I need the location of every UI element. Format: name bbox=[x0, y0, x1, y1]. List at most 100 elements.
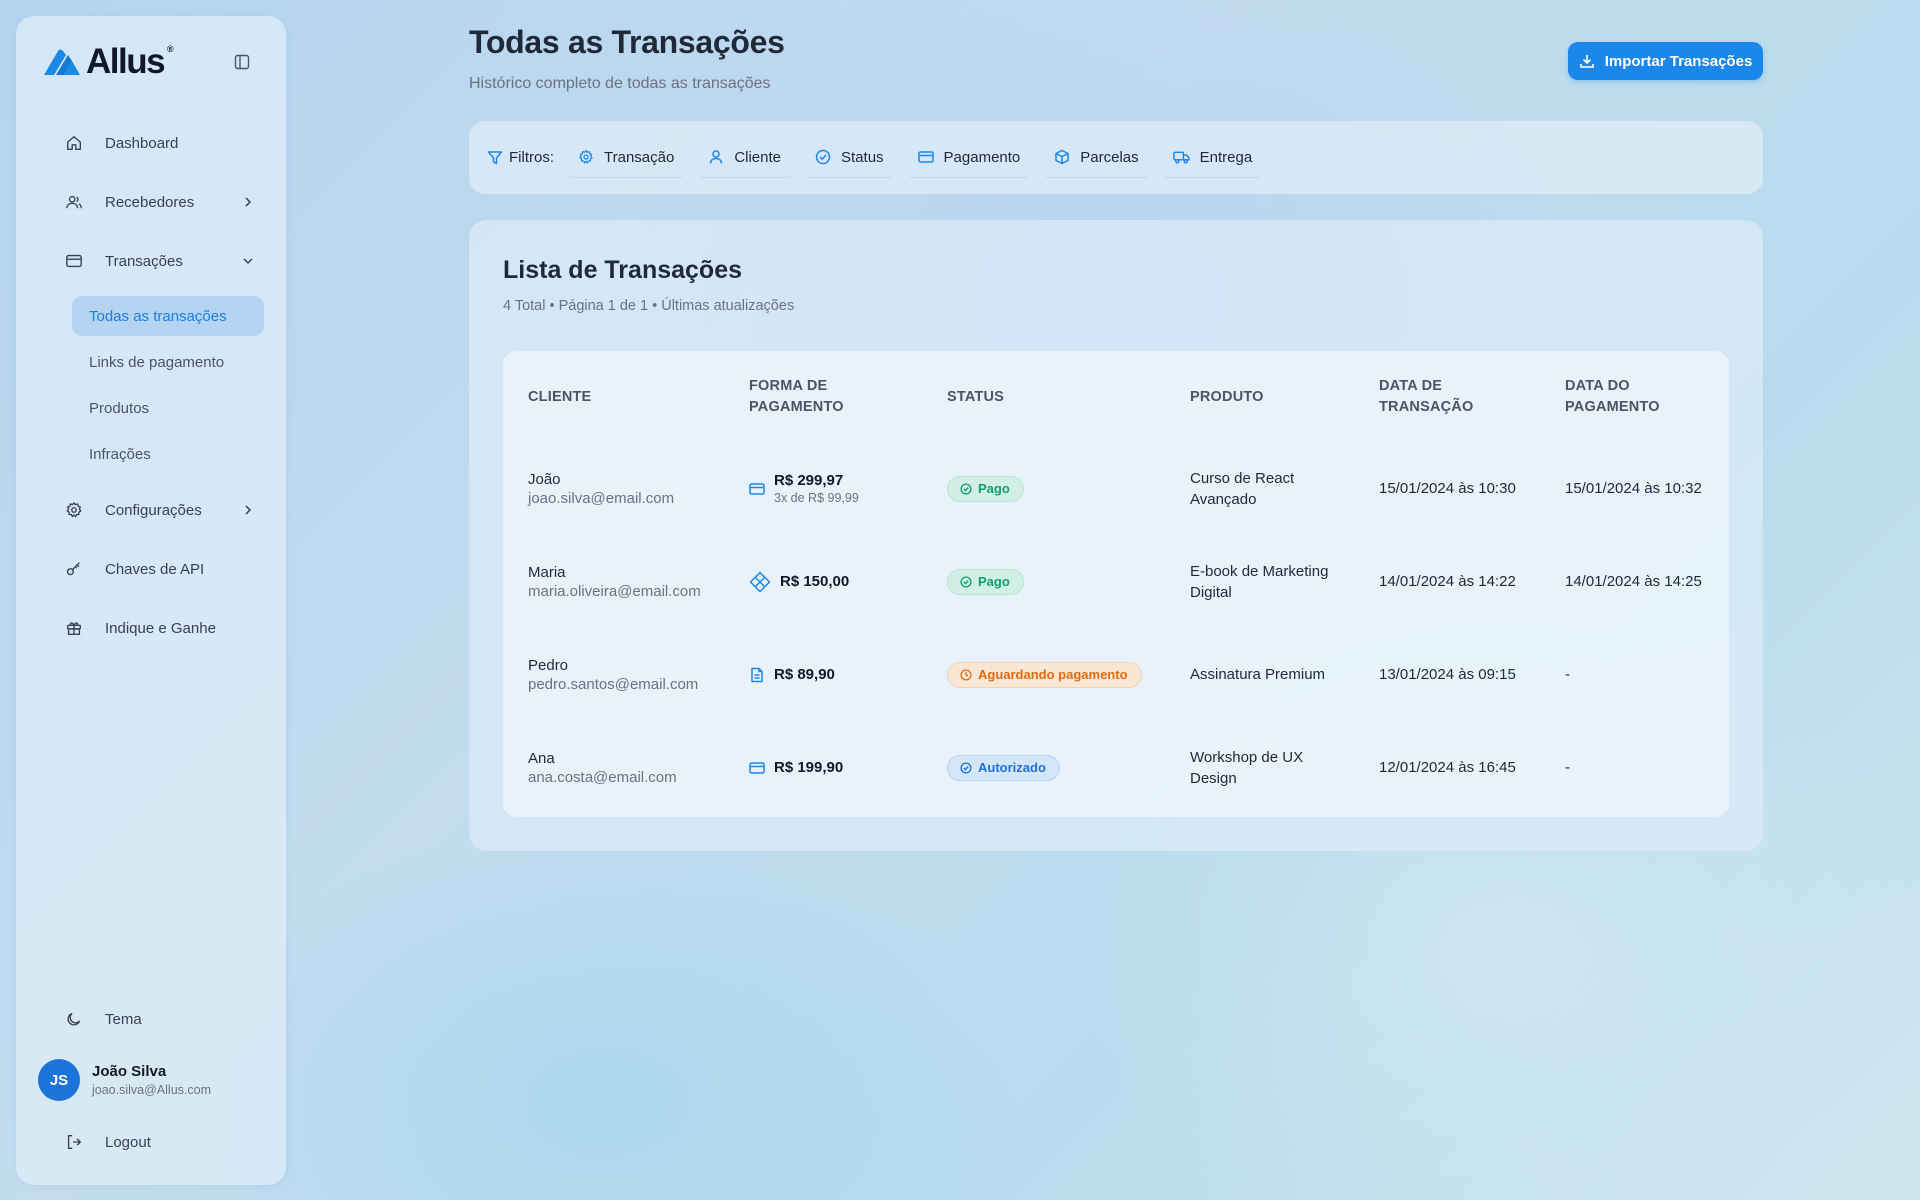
logout-button[interactable]: Logout bbox=[48, 1122, 266, 1162]
nav-transacoes[interactable]: Transações bbox=[48, 241, 266, 281]
cell-payment: R$ 299,97 3x de R$ 99,99 bbox=[749, 442, 859, 535]
boleto-document-icon bbox=[751, 667, 763, 682]
column-header-forma-pagamento[interactable]: FORMA DE PAGAMENTO bbox=[749, 376, 844, 418]
table-row[interactable]: João joao.silva@email.com R$ 299,97 3x de … bbox=[503, 442, 1729, 535]
cell-status: Pago bbox=[947, 535, 1024, 628]
brand-name: Allus ® bbox=[86, 42, 174, 81]
sidebar: Allus ® Dashboard Recebedores Transações … bbox=[16, 16, 286, 1185]
filter-transacao[interactable]: Transação bbox=[566, 138, 687, 178]
filter-entrega[interactable]: Entrega bbox=[1160, 138, 1265, 178]
home-icon bbox=[64, 133, 84, 153]
theme-label: Tema bbox=[105, 1010, 142, 1028]
cell-product: Curso de React Avançado bbox=[1190, 469, 1295, 508]
page-title: Todas as Transações bbox=[469, 24, 785, 60]
table-row[interactable]: Maria maria.oliveira@email.com R$ 150,00 … bbox=[503, 535, 1729, 628]
filter-icon bbox=[487, 150, 503, 164]
table-row[interactable]: Pedro pedro.santos@email.com R$ 89,90 Agu… bbox=[503, 628, 1729, 721]
cell-payment-date: 15/01/2024 às 10:32 bbox=[1565, 480, 1702, 497]
cell-client: Ana ana.costa@email.com bbox=[528, 749, 677, 786]
nav-label: Recebedores bbox=[105, 193, 195, 211]
nav-label: Configurações bbox=[105, 501, 202, 519]
cell-payment-date: - bbox=[1565, 666, 1570, 683]
column-header-data-pagamento[interactable]: DATA DO PAGAMENTO bbox=[1565, 376, 1660, 418]
user-icon bbox=[710, 150, 723, 164]
sidebar-collapse-button[interactable] bbox=[230, 50, 254, 74]
clock-icon bbox=[960, 668, 972, 681]
page-subtitle: Histórico completo de todas as transaçõe… bbox=[469, 75, 771, 92]
theme-toggle[interactable]: Tema bbox=[48, 999, 266, 1039]
filter-pagamento[interactable]: Pagamento bbox=[905, 138, 1033, 178]
nav-label: Transações bbox=[105, 252, 183, 270]
pix-icon bbox=[749, 571, 771, 592]
nav-label: Dashboard bbox=[105, 134, 179, 152]
status-badge: Aguardando pagamento bbox=[947, 661, 1142, 688]
import-button-label: Importar Transações bbox=[1604, 52, 1753, 70]
list-title: Lista de Transações bbox=[503, 256, 743, 284]
user-profile[interactable]: JS João Silva joao.silva@Allus.com bbox=[38, 1059, 211, 1101]
moon-icon bbox=[64, 1009, 84, 1029]
list-meta: 4 Total • Página 1 de 1 • Últimas atuali… bbox=[503, 298, 795, 314]
credit-card-icon bbox=[749, 482, 765, 495]
download-icon bbox=[1579, 55, 1594, 68]
filters-bar: Filtros: Transação Cliente Status Pagame… bbox=[469, 121, 1763, 194]
column-header-produto[interactable]: PRODUTO bbox=[1190, 387, 1264, 408]
filter-cliente[interactable]: Cliente bbox=[696, 138, 794, 178]
truck-icon bbox=[1172, 151, 1190, 164]
nav-configuracoes[interactable]: Configurações bbox=[48, 490, 266, 530]
cell-client: João joao.silva@email.com bbox=[528, 470, 675, 507]
logout-label: Logout bbox=[105, 1133, 151, 1151]
nav-recebedores[interactable]: Recebedores bbox=[48, 182, 266, 222]
brand-logo[interactable]: Allus ® bbox=[42, 42, 174, 82]
cell-transaction-date: 15/01/2024 às 10:30 bbox=[1379, 480, 1516, 497]
filters-label: Filtros: bbox=[487, 149, 554, 166]
cell-transaction-date: 13/01/2024 às 09:15 bbox=[1379, 666, 1516, 683]
credit-card-icon bbox=[917, 151, 934, 163]
cell-transaction-date: 14/01/2024 às 14:22 bbox=[1379, 573, 1516, 590]
chevron-right-icon bbox=[240, 194, 256, 210]
panel-left-icon bbox=[234, 54, 250, 70]
cell-product: Assinatura Premium bbox=[1190, 666, 1326, 683]
cell-product: Workshop de UX Design bbox=[1190, 748, 1304, 787]
column-header-cliente[interactable]: CLIENTE bbox=[528, 387, 591, 408]
check-circle-icon bbox=[960, 482, 972, 495]
transactions-table: CLIENTE FORMA DE PAGAMENTO STATUS PRODUTO… bbox=[503, 351, 1729, 817]
subnav-todas-transacoes[interactable]: Todas as transações bbox=[72, 296, 264, 336]
gear-icon bbox=[579, 149, 593, 164]
gear-icon bbox=[64, 500, 84, 520]
subnav-links-pagamento[interactable]: Links de pagamento bbox=[72, 342, 264, 382]
nav-label: Chaves de API bbox=[105, 560, 205, 578]
logout-icon bbox=[64, 1132, 84, 1152]
nav-indique-ganhe[interactable]: Indique e Ganhe bbox=[48, 608, 266, 648]
avatar: JS bbox=[38, 1059, 80, 1101]
credit-card-icon bbox=[64, 251, 84, 271]
cell-payment: R$ 89,90 bbox=[749, 628, 835, 721]
transactions-card: Lista de Transações 4 Total • Página 1 d… bbox=[469, 220, 1763, 851]
users-icon bbox=[64, 192, 84, 212]
table-row[interactable]: Ana ana.costa@email.com R$ 199,90 Autoriz… bbox=[503, 721, 1729, 814]
cell-product: E-book de Marketing Digital bbox=[1190, 562, 1329, 601]
subnav-infracoes[interactable]: Infrações bbox=[72, 434, 264, 474]
status-badge: Autorizado bbox=[947, 754, 1060, 781]
gift-icon bbox=[64, 618, 84, 638]
filter-status[interactable]: Status bbox=[803, 138, 896, 178]
cell-client: Pedro pedro.santos@email.com bbox=[528, 656, 699, 693]
nav-dashboard[interactable]: Dashboard bbox=[48, 123, 266, 163]
check-circle-icon bbox=[815, 149, 831, 165]
cell-status: Autorizado bbox=[947, 721, 1060, 814]
import-transactions-button[interactable]: Importar Transações bbox=[1568, 42, 1763, 80]
chevron-down-icon bbox=[240, 253, 256, 269]
nav-chaves-api[interactable]: Chaves de API bbox=[48, 549, 266, 589]
user-email: joao.silva@Allus.com bbox=[92, 1083, 211, 1097]
filter-parcelas[interactable]: Parcelas bbox=[1042, 138, 1151, 178]
subnav-produtos[interactable]: Produtos bbox=[72, 388, 264, 428]
cell-status: Aguardando pagamento bbox=[947, 628, 1142, 721]
column-header-data-transacao[interactable]: DATA DE TRANSAÇÃO bbox=[1379, 376, 1473, 418]
status-badge: Pago bbox=[947, 475, 1024, 502]
allus-logo-icon bbox=[44, 49, 80, 75]
cell-payment-date: 14/01/2024 às 14:25 bbox=[1565, 573, 1702, 590]
check-circle-icon bbox=[960, 761, 972, 774]
cell-payment-date: - bbox=[1565, 759, 1570, 776]
nav-label: Indique e Ganhe bbox=[105, 619, 216, 637]
column-header-status[interactable]: STATUS bbox=[947, 387, 1004, 408]
cell-payment: R$ 150,00 bbox=[749, 535, 849, 628]
